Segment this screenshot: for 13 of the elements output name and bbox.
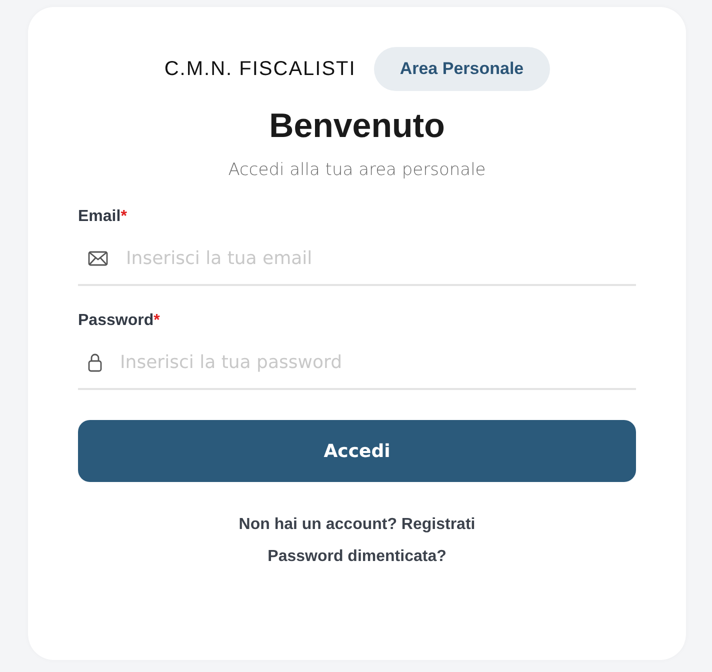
field-label: Email [78,208,121,225]
field-label: Password [78,312,154,329]
brand-logo: C.M.N. FISCALISTI [164,58,356,80]
login-button[interactable]: Accedi [78,420,636,482]
subtitle: Accedi alla tua area personale [228,160,486,180]
text-link[interactable]: Password dimenticata? [268,548,446,566]
envelope-icon [88,250,108,266]
required-mark: * [120,208,127,225]
text-link[interactable]: Non hai un account? Registrati [238,516,476,534]
padlock-icon [88,352,102,372]
area-badge: Area Personale [374,47,550,91]
required-mark: * [154,312,160,329]
welcome-title: Benvenuto [269,107,445,146]
